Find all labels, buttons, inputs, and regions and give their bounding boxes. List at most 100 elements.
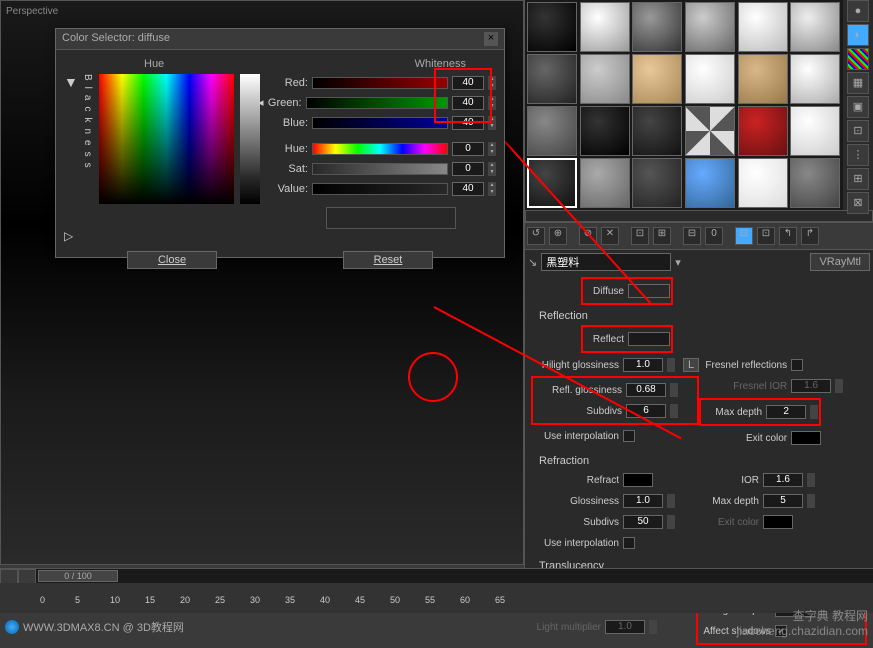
material-slot[interactable] — [790, 2, 840, 52]
spinner[interactable] — [667, 358, 675, 372]
dropdown-icon[interactable]: ▾ — [675, 256, 681, 269]
get-material-icon[interactable]: ↺ — [527, 227, 545, 245]
show-in-viewport-icon[interactable]: ⊡ — [735, 227, 753, 245]
material-slot[interactable] — [685, 106, 735, 156]
reset-button[interactable]: Reset — [343, 251, 433, 269]
material-slot[interactable] — [738, 54, 788, 104]
sat-slider[interactable] — [312, 163, 448, 175]
value-value[interactable]: 40 — [452, 182, 484, 196]
options-icon[interactable]: ⋮ — [847, 144, 869, 166]
sample-type-icon[interactable]: ● — [847, 0, 869, 22]
hue-value[interactable]: 0 — [452, 142, 484, 156]
lock-button[interactable]: L — [683, 358, 699, 372]
material-slot[interactable] — [738, 158, 788, 208]
material-slot[interactable] — [790, 54, 840, 104]
spinner[interactable] — [667, 515, 675, 529]
green-spinner[interactable]: ▲▼ — [488, 96, 496, 110]
sample-uv-icon[interactable]: ▦ — [847, 72, 869, 94]
make-copy-icon[interactable]: ⊡ — [631, 227, 649, 245]
sat-value[interactable]: 0 — [452, 162, 484, 176]
value-spinner[interactable]: ▲▼ — [488, 182, 496, 196]
material-slot[interactable] — [527, 54, 577, 104]
time-slider-thumb[interactable]: 0 / 100 — [38, 570, 118, 582]
spinner[interactable] — [807, 494, 815, 508]
background-icon[interactable] — [847, 48, 869, 70]
material-type-button[interactable]: VRayMtl — [810, 253, 870, 271]
material-slot-selected[interactable] — [527, 158, 577, 208]
hue-spinner[interactable]: ▲▼ — [488, 142, 496, 156]
material-slot[interactable] — [527, 2, 577, 52]
put-to-library-icon[interactable]: ⊟ — [683, 227, 701, 245]
blue-spinner[interactable]: ▲▼ — [488, 116, 496, 130]
refl-gloss-value[interactable]: 0.68 — [626, 383, 666, 397]
material-slot[interactable] — [738, 106, 788, 156]
delete-icon[interactable]: ✕ — [601, 227, 619, 245]
red-slider[interactable] — [312, 77, 448, 89]
close-icon[interactable]: × — [484, 32, 498, 46]
material-slot[interactable] — [580, 54, 630, 104]
ref-interp-check[interactable] — [623, 537, 635, 549]
spinner[interactable] — [670, 404, 678, 418]
preview-icon[interactable]: ⊡ — [847, 120, 869, 142]
material-slot[interactable] — [685, 54, 735, 104]
whiteness-slider[interactable] — [240, 74, 260, 204]
go-to-parent-icon[interactable]: ↰ — [779, 227, 797, 245]
ref-maxdepth-value[interactable]: 5 — [763, 494, 803, 508]
ref-subdivs-value[interactable]: 50 — [623, 515, 663, 529]
refract-swatch[interactable] — [623, 473, 653, 487]
material-slot[interactable] — [790, 158, 840, 208]
blue-slider[interactable] — [312, 117, 448, 129]
spinner[interactable] — [670, 383, 678, 397]
backlight-icon[interactable]: ◐ — [847, 24, 869, 46]
hue-slider[interactable] — [312, 143, 448, 155]
sat-spinner[interactable]: ▲▼ — [488, 162, 496, 176]
select-by-material-icon[interactable]: ⊞ — [847, 168, 869, 190]
glossiness-value[interactable]: 1.0 — [623, 494, 663, 508]
close-button[interactable]: Close — [127, 251, 217, 269]
whiteness-label: Whiteness — [415, 58, 466, 70]
spinner[interactable] — [667, 494, 675, 508]
hue-gradient-picker[interactable] — [99, 74, 234, 204]
material-slot[interactable] — [685, 2, 735, 52]
tick: 10 — [110, 595, 120, 605]
material-id-icon[interactable]: 0 — [705, 227, 723, 245]
maxdepth-value[interactable]: 2 — [766, 405, 806, 419]
material-slot[interactable] — [580, 2, 630, 52]
material-slot[interactable] — [632, 2, 682, 52]
material-slot[interactable] — [738, 2, 788, 52]
material-slot[interactable] — [527, 106, 577, 156]
red-spinner[interactable]: ▲▼ — [488, 76, 496, 90]
show-end-result-icon[interactable]: ⊡ — [757, 227, 775, 245]
exitcolor-swatch[interactable] — [791, 431, 821, 445]
interp-label: Use interpolation — [531, 431, 619, 442]
material-slot[interactable] — [685, 158, 735, 208]
material-slot[interactable] — [580, 158, 630, 208]
reflect-swatch[interactable] — [628, 332, 670, 346]
red-value[interactable]: 40 — [452, 76, 484, 90]
make-unique-icon[interactable]: ⊞ — [653, 227, 671, 245]
globe-icon — [5, 620, 19, 634]
time-slider[interactable]: 0 / 100 — [0, 569, 873, 583]
material-slot[interactable] — [632, 54, 682, 104]
value-slider[interactable] — [312, 183, 448, 195]
spinner[interactable] — [810, 405, 818, 419]
material-slot[interactable] — [632, 106, 682, 156]
spinner[interactable] — [807, 473, 815, 487]
material-slot[interactable] — [632, 158, 682, 208]
refract-label: Refract — [531, 475, 619, 486]
green-value[interactable]: 40 — [452, 96, 484, 110]
hilight-gloss-value[interactable]: 1.0 — [623, 358, 663, 372]
material-slot[interactable] — [790, 106, 840, 156]
video-check-icon[interactable]: ▣ — [847, 96, 869, 118]
fresnel-check[interactable] — [791, 359, 803, 371]
go-forward-icon[interactable]: ↱ — [801, 227, 819, 245]
material-map-navigator-icon[interactable]: ⊠ — [847, 192, 869, 214]
interp-check[interactable] — [623, 430, 635, 442]
blue-value[interactable]: 40 — [452, 116, 484, 130]
dialog-titlebar[interactable]: Color Selector: diffuse × — [56, 29, 504, 50]
green-slider[interactable] — [306, 97, 448, 109]
ior-value[interactable]: 1.6 — [763, 473, 803, 487]
material-slot[interactable] — [580, 106, 630, 156]
put-to-scene-icon[interactable]: ⊕ — [549, 227, 567, 245]
pick-material-icon[interactable]: ↘ — [528, 256, 537, 269]
